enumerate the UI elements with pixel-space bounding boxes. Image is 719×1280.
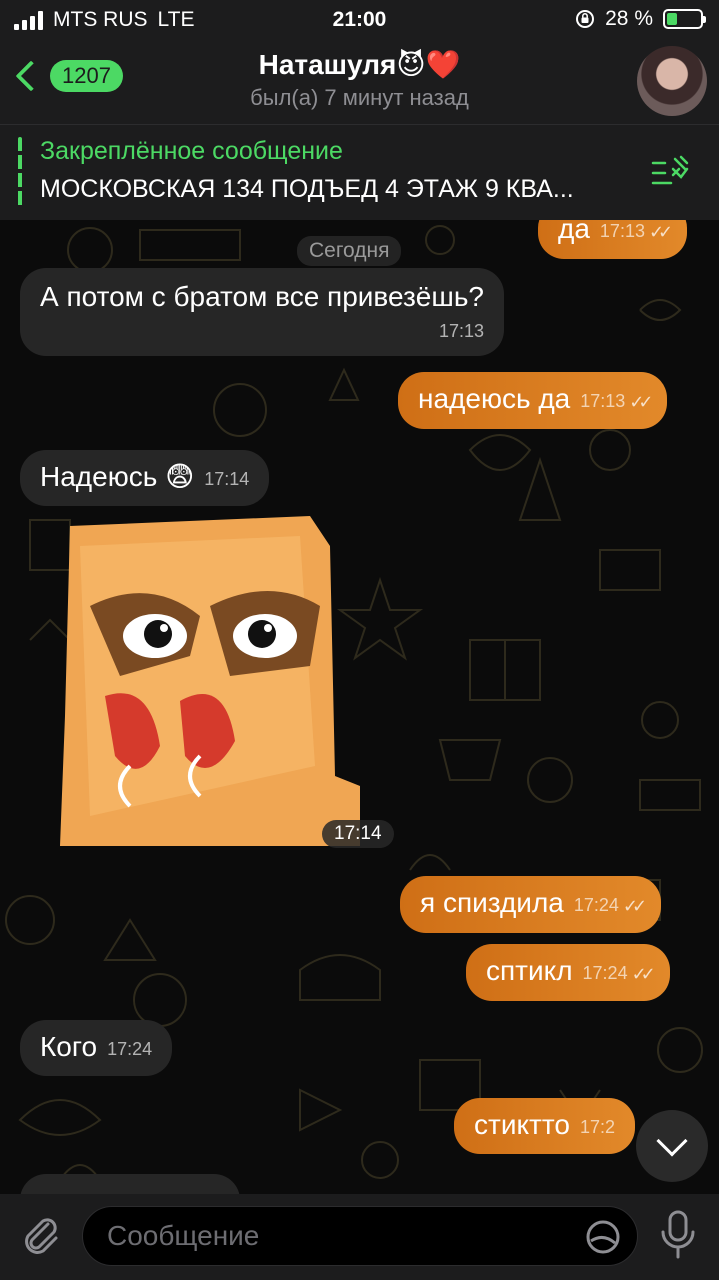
orientation-lock-icon: [576, 10, 595, 28]
message-bubble-outgoing[interactable]: я спиздила 17:24 ✓✓: [400, 876, 662, 933]
unread-badge: 1207: [50, 60, 123, 92]
pinned-indicator: [18, 137, 22, 209]
pinned-label: Закреплённое сообщение: [40, 137, 343, 165]
avatar[interactable]: [637, 46, 707, 116]
message-text: Надеюсь 😨: [40, 461, 195, 492]
message-time: 17:13: [599, 220, 645, 241]
read-checks-icon: ✓✓: [622, 896, 647, 916]
message-time: 17:13: [438, 320, 484, 341]
chevron-down-icon: [656, 1125, 688, 1157]
sticker-icon[interactable]: [585, 1219, 621, 1255]
scroll-to-bottom-button[interactable]: [636, 1110, 708, 1182]
sticker-image[interactable]: [60, 516, 360, 846]
read-checks-icon: ✓✓: [629, 392, 653, 412]
message-time: 17:2: [579, 1116, 615, 1137]
microphone-icon[interactable]: [658, 1210, 698, 1260]
message-time: 17:13: [580, 390, 626, 411]
status-right: 28 %: [575, 7, 706, 31]
message-time: 17:24: [107, 1038, 153, 1059]
message-bubble-incoming[interactable]: Надеюсь 😨 17:14: [20, 450, 270, 506]
message-bubble-incoming[interactable]: [20, 1174, 240, 1194]
message-field[interactable]: [82, 1206, 638, 1266]
pinned-text: МОСКОВСКАЯ 134 ПОДЪЕД 4 ЭТАЖ 9 КВА...: [40, 175, 574, 203]
chevron-left-icon: [15, 60, 47, 92]
message-text: Кого: [40, 1031, 98, 1062]
message-text: стиктто: [474, 1109, 570, 1140]
message-input[interactable]: [107, 1207, 567, 1265]
message-text: сптикл: [486, 955, 573, 986]
message-text: А потом с братом все привезёшь?: [40, 281, 484, 312]
message-text: да: [558, 220, 590, 244]
message-bubble-incoming[interactable]: Кого 17:24: [20, 1020, 173, 1076]
message-text: надеюсь да: [418, 383, 571, 414]
message-input-bar: [0, 1194, 719, 1280]
message-time: 17:24: [573, 894, 619, 915]
read-checks-icon: ✓✓: [631, 964, 656, 984]
message-text: я спиздила: [420, 887, 564, 918]
paperclip-icon[interactable]: [18, 1212, 62, 1256]
message-bubble-outgoing[interactable]: да 17:13 ✓✓: [538, 220, 688, 259]
battery-icon: [663, 9, 706, 29]
chat-header: 1207 Наташуля😈❤️ был(а) 7 минут назад: [0, 40, 719, 124]
message-time: 17:24: [582, 962, 628, 983]
pin-list-icon[interactable]: [651, 155, 691, 191]
read-checks-icon: ✓✓: [648, 222, 673, 242]
message-bubble-incoming[interactable]: А потом с братом все привезёшь? 17:13: [20, 268, 504, 356]
message-bubble-outgoing[interactable]: надеюсь да 17:13 ✓✓: [398, 372, 668, 429]
date-separator: Сегодня: [297, 236, 402, 266]
chat-title: Наташуля😈❤️: [258, 49, 461, 80]
chat-title-block[interactable]: Наташуля😈❤️ был(а) 7 минут назад: [150, 48, 569, 111]
back-button[interactable]: 1207: [14, 60, 123, 92]
message-time: 17:14: [204, 468, 250, 489]
last-seen-status: был(а) 7 минут назад: [250, 85, 469, 110]
message-bubble-outgoing[interactable]: стиктто 17:2: [454, 1098, 635, 1154]
battery-percent: 28 %: [605, 7, 653, 30]
message-bubble-outgoing[interactable]: сптикл 17:24 ✓✓: [466, 944, 670, 1001]
status-bar: MTS RUS LTE 21:00 28 %: [0, 0, 719, 40]
message-list[interactable]: да 17:13 ✓✓ Сегодня А потом с братом все п…: [0, 220, 719, 1194]
pinned-message-bar[interactable]: Закреплённое сообщение МОСКОВСКАЯ 134 ПО…: [0, 124, 719, 220]
sticker-time: 17:14: [322, 820, 394, 848]
